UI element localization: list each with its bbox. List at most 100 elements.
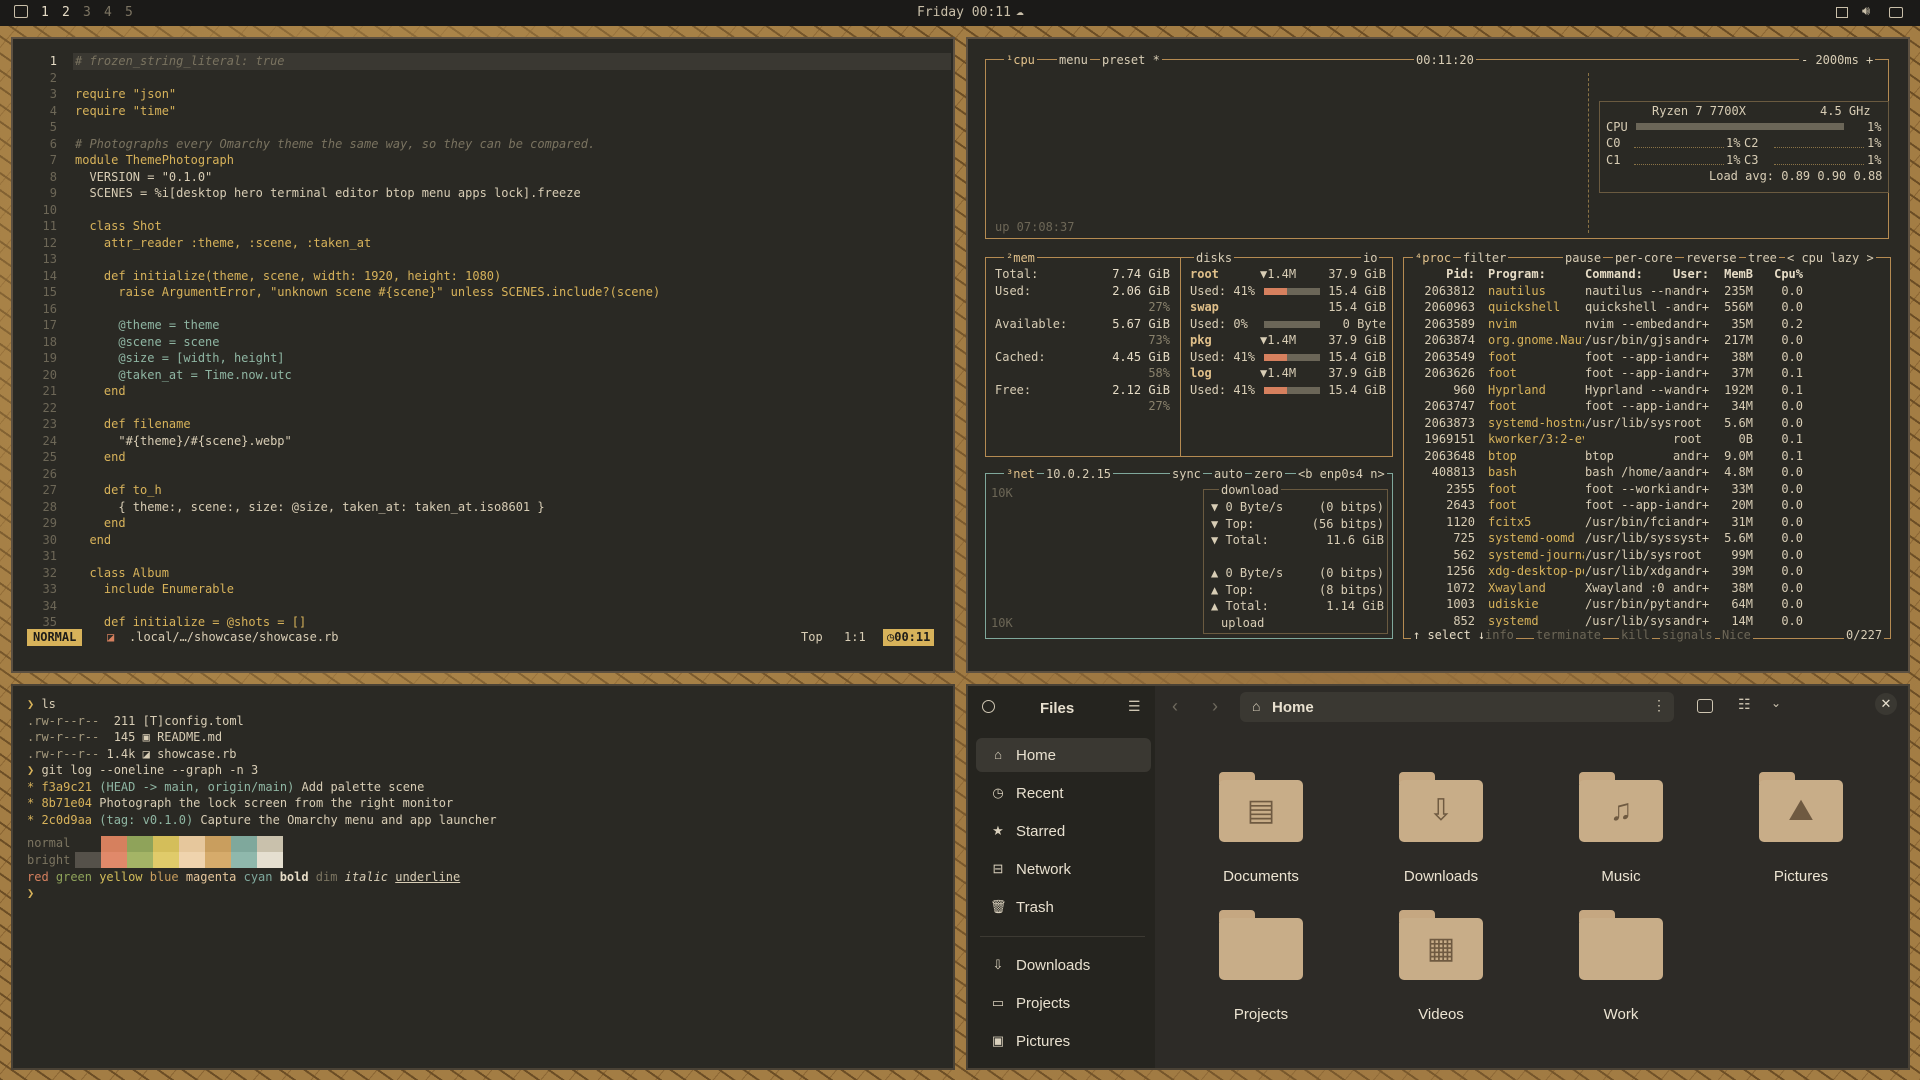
proc-column-header[interactable]: Command:	[1585, 266, 1673, 283]
bookmark-pictures[interactable]: ▣ Pictures	[976, 1024, 1151, 1058]
proc-column-header[interactable]: Program:	[1488, 266, 1584, 283]
style-sample: red	[27, 870, 49, 884]
terminal-segment: .rw-r--r--	[27, 730, 114, 744]
editor-window[interactable]: 1 # frozen_string_literal: true 2 3 require …	[11, 37, 955, 673]
files-window[interactable]: Files ☰ ⌂ Home ◷ Recent ★ Starred ⊟ Network 🗑 Tra…	[966, 684, 1910, 1070]
proc-footer-item[interactable]: terminate	[1534, 627, 1604, 644]
terminal-segment: ls	[41, 697, 56, 711]
mem-value: 2.12 GiB	[1112, 382, 1170, 397]
workspace-5[interactable]: 5	[125, 5, 133, 20]
line-number: 22	[42, 400, 57, 415]
folder-projects[interactable]: Projects	[1191, 910, 1331, 1040]
proc-column-header[interactable]: MemB	[1713, 266, 1753, 283]
folder-icon: ▭	[991, 995, 1005, 1010]
sidebar-menu-icon[interactable]: ☰	[1128, 698, 1141, 715]
location-bar[interactable]: ⌂ Home ⋮	[1240, 692, 1674, 722]
btop-window[interactable]: ¹cpu menu preset * 00:11:20 - 2000ms + u…	[966, 37, 1910, 673]
folder-documents[interactable]: ▤ Documents	[1191, 772, 1331, 902]
clock[interactable]: Friday 00:11	[917, 5, 1011, 20]
volume-icon[interactable]: 🔊︎	[1862, 4, 1870, 19]
disks-io-toggle[interactable]: io	[1361, 250, 1380, 267]
launcher-icon[interactable]	[14, 5, 28, 18]
table-cell: andr+	[1673, 580, 1710, 595]
proc-filter[interactable]: filter	[1461, 250, 1509, 267]
proc-footer-item[interactable]: signals	[1660, 627, 1715, 644]
terminal-segment: showcase.rb	[157, 746, 237, 761]
folder-shape: ⇩	[1399, 772, 1483, 842]
net-flag-auto[interactable]: auto	[1212, 466, 1245, 483]
search-icon[interactable]	[982, 700, 995, 713]
folder-shape: ▦	[1399, 910, 1483, 980]
terminal-segment: *	[27, 796, 42, 810]
back-button[interactable]: ‹	[1172, 696, 1178, 717]
cpu-menu[interactable]: menu	[1057, 52, 1090, 69]
table-cell: Hyprland	[1488, 382, 1546, 397]
sidebar-item-trash[interactable]: 🗑 Trash	[976, 890, 1151, 924]
folder-music[interactable]: ♫ Music	[1551, 772, 1691, 902]
weather-icon[interactable]: ☁	[1016, 4, 1024, 19]
display-icon[interactable]	[1889, 7, 1903, 18]
terminal-prompt[interactable]: ❯	[27, 885, 34, 902]
workspace-1[interactable]: 1	[41, 5, 49, 20]
bookmark-downloads[interactable]: ⇩ Downloads	[976, 948, 1151, 982]
core-pct: 1%	[1867, 136, 1882, 150]
proc-opt-tree[interactable]: tree	[1746, 250, 1779, 267]
folder-work[interactable]: Work	[1551, 910, 1691, 1040]
proc-footer-item[interactable]: Nice	[1720, 627, 1753, 644]
table-cell: 0.1	[1781, 432, 1803, 446]
terminal-segment: ❯	[27, 697, 42, 711]
screen-icon[interactable]	[1836, 7, 1848, 18]
folder-pictures[interactable]: ⛰ Pictures	[1731, 772, 1871, 902]
list-view-icon[interactable]: ☷	[1738, 696, 1751, 713]
net-interface[interactable]: <b enp0s4 n>	[1296, 466, 1387, 483]
net-up-value: (8 bitps)	[1318, 582, 1384, 597]
view-options-chevron-down-icon[interactable]: ⌄	[1771, 696, 1781, 710]
proc-column-header[interactable]: User:	[1673, 266, 1711, 283]
proc-header[interactable]: ⁴proc	[1413, 250, 1454, 267]
cpu-preset[interactable]: preset *	[1100, 52, 1162, 69]
disk-used-size: 15.4 GiB	[1328, 349, 1386, 364]
table-cell: andr+	[1673, 283, 1710, 298]
table-cell: systemd-journal	[1488, 547, 1584, 562]
proc-opt-reverse[interactable]: reverse	[1684, 250, 1739, 267]
net-header[interactable]: ³net	[1004, 466, 1037, 483]
folder-videos[interactable]: ▦ Videos	[1371, 910, 1511, 1040]
sidebar-item-home[interactable]: ⌂ Home	[976, 738, 1151, 772]
mem-header[interactable]: ²mem	[1004, 250, 1037, 267]
proc-sort[interactable]: < cpu lazy >	[1785, 250, 1876, 267]
disk-used-fill	[1264, 287, 1287, 295]
proc-column-header[interactable]: Cpu%	[1763, 266, 1803, 283]
location-label: Home	[1272, 699, 1314, 716]
proc-column-header[interactable]: Pid:	[1413, 266, 1475, 283]
bookmark-projects[interactable]: ▭ Projects	[976, 986, 1151, 1020]
table-cell: andr+	[1673, 498, 1710, 512]
sidebar-item-recent[interactable]: ◷ Recent	[976, 776, 1151, 810]
uptime: up 07:08:37	[995, 220, 1075, 234]
proc-opt-per-core[interactable]: per-core	[1613, 250, 1675, 267]
net-flag-sync[interactable]: sync	[1170, 466, 1203, 483]
proc-footer-item[interactable]: kill	[1619, 627, 1652, 644]
proc-opt-pause[interactable]: pause	[1563, 250, 1604, 267]
workspace-3[interactable]: 3	[83, 5, 91, 20]
forward-button[interactable]: ›	[1212, 696, 1218, 717]
palette-swatch	[179, 836, 205, 852]
terminal-window[interactable]: ❯ ls .rw-r--r-- 211 [T]config.toml .rw-r--…	[11, 684, 955, 1070]
close-icon[interactable]: ✕	[1875, 693, 1897, 715]
cpu-header[interactable]: ¹cpu	[1004, 52, 1037, 69]
workspace-4[interactable]: 4	[104, 5, 112, 20]
sidebar-item-label: Home	[1016, 746, 1057, 764]
disks-header[interactable]: disks	[1194, 250, 1235, 267]
update-rate[interactable]: - 2000ms +	[1799, 52, 1876, 69]
proc-footer-item[interactable]: ↑ select ↓	[1411, 627, 1488, 644]
location-menu-icon[interactable]: ⋮	[1652, 697, 1666, 714]
sidebar-item-network[interactable]: ⊟ Network	[976, 852, 1151, 886]
workspace-2[interactable]: 2	[62, 5, 70, 20]
folder-downloads[interactable]: ⇩ Downloads	[1371, 772, 1511, 902]
sidebar-item-starred[interactable]: ★ Starred	[976, 814, 1151, 848]
net-flag-zero[interactable]: zero	[1252, 466, 1285, 483]
line-number: 32	[42, 565, 57, 580]
table-cell: 99M	[1731, 547, 1753, 562]
code-line: def filename	[75, 417, 191, 431]
proc-footer-item[interactable]: info	[1483, 627, 1516, 644]
view-screenshot-icon[interactable]	[1697, 699, 1713, 713]
